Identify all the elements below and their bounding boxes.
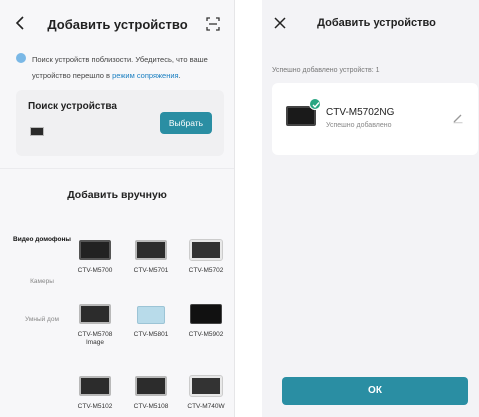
category-cameras[interactable]: Камеры: [12, 278, 72, 286]
page-title: Добавить устройство: [317, 17, 436, 29]
divider: [0, 168, 234, 169]
device-item[interactable]: CTV-M5902: [181, 304, 231, 339]
added-count-text: Успешно добавлено устройств: 1: [272, 67, 380, 74]
ok-button[interactable]: ОК: [282, 377, 468, 405]
monitor-image: [190, 304, 222, 324]
device-name: CTV-M5108: [133, 403, 169, 410]
device-status: Успешно добавлено: [326, 122, 392, 129]
device-name: CTV-M5102: [77, 403, 113, 410]
category-smart-home[interactable]: Умный дом: [12, 316, 72, 324]
select-button[interactable]: Выбрать: [160, 112, 212, 134]
header: Добавить устройство: [0, 0, 234, 46]
device-name: CTV-M5702NG: [326, 107, 395, 118]
monitor-image: [135, 376, 167, 396]
pairing-info-text: Поиск устройств поблизости. Убедитесь, ч…: [32, 52, 228, 84]
monitor-image: [79, 240, 111, 260]
monitor-image: [79, 376, 111, 396]
qr-scan-icon[interactable]: [206, 17, 220, 31]
pairing-mode-link[interactable]: режим сопряжения: [112, 71, 179, 80]
edit-pencil-icon[interactable]: [452, 111, 464, 124]
device-name: CTV-M5702: [188, 267, 224, 274]
device-item[interactable]: CTV-M740W: [181, 375, 231, 411]
search-title: Поиск устройства: [28, 101, 117, 112]
monitor-image: [189, 375, 223, 397]
add-device-screen: Добавить устройство Поиск устройств побл…: [0, 0, 235, 417]
device-name: CTV-M5902: [188, 331, 224, 338]
monitor-image: [137, 306, 165, 324]
device-name: CTV-M5701: [133, 267, 169, 274]
info-text-end: .: [178, 71, 181, 80]
monitor-image: [135, 240, 167, 260]
device-name: CTV-M5700: [77, 267, 113, 274]
device-added-screen: Добавить устройство Успешно добавлено ус…: [262, 0, 479, 417]
device-item[interactable]: CTV-M5102: [70, 376, 120, 411]
device-name: CTV-M5708 Image: [77, 331, 113, 346]
device-search-card: Поиск устройства Выбрать: [16, 90, 224, 156]
device-item[interactable]: CTV-M5108: [126, 376, 176, 411]
monitor-image: [189, 239, 223, 261]
check-icon: [309, 98, 321, 110]
added-device-card: CTV-M5702NG Успешно добавлено: [272, 83, 478, 155]
device-item[interactable]: CTV-M5801: [126, 304, 176, 339]
device-name: CTV-M5801: [133, 331, 169, 338]
device-item[interactable]: CTV-M5700: [70, 240, 120, 275]
page-title: Добавить устройство: [47, 17, 188, 32]
device-item[interactable]: CTV-M5701: [126, 240, 176, 275]
device-item[interactable]: CTV-M5708 Image: [70, 304, 120, 347]
monitor-image: [79, 304, 111, 324]
category-video-intercoms[interactable]: Видео домофоны: [12, 236, 72, 244]
add-manually-title: Добавить вручную: [67, 189, 167, 201]
found-device-thumbnail: [30, 127, 44, 136]
device-item[interactable]: CTV-M5702: [181, 239, 231, 275]
info-bulb-icon: [16, 53, 26, 63]
device-name: CTV-M740W: [187, 403, 225, 410]
